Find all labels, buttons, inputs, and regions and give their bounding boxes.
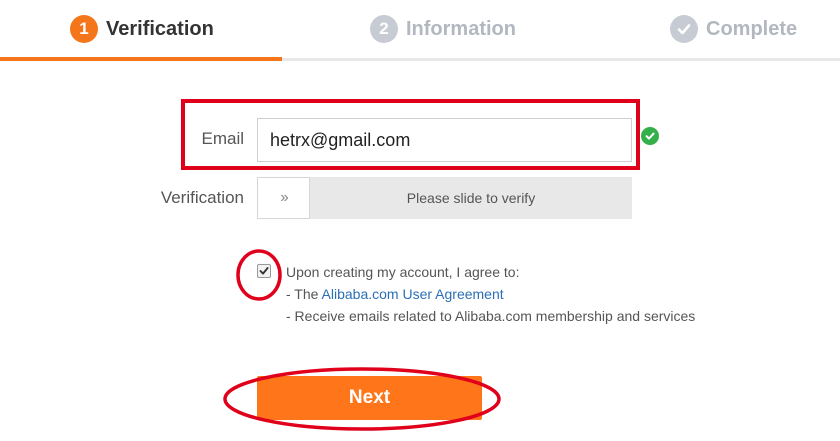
user-agreement-link[interactable]: Alibaba.com User Agreement — [322, 286, 504, 302]
checkmark-icon — [259, 267, 269, 275]
step-label: Information — [406, 17, 516, 40]
step-information: 2 Information — [370, 14, 516, 44]
step-number-badge: 1 — [70, 15, 98, 43]
double-chevron-right-icon: ›› — [280, 189, 289, 206]
agreement-line-emails: - Receive emails related to Alibaba.com … — [286, 308, 696, 324]
verification-label: Verification — [160, 188, 244, 207]
steps-progress-indicator — [0, 57, 282, 61]
agreement-line1-prefix: - The — [286, 286, 322, 302]
agreement-checkbox[interactable] — [257, 264, 271, 278]
slide-verify-handle[interactable]: ›› — [257, 177, 310, 219]
step-number-badge: 2 — [370, 15, 398, 43]
check-icon — [670, 15, 698, 43]
step-complete: Complete — [670, 14, 797, 44]
agreement-intro: Upon creating my account, I agree to: — [286, 264, 520, 280]
annotation-email-highlight — [181, 99, 640, 170]
progress-steps: 1 Verification 2 Information Complete — [0, 0, 840, 61]
step-verification: 1 Verification — [70, 14, 214, 44]
agreement-line-user-agreement: - The Alibaba.com User Agreement — [286, 283, 695, 305]
next-button[interactable]: Next — [257, 376, 482, 420]
slide-verify-text: Please slide to verify — [406, 190, 536, 206]
step-label: Complete — [706, 17, 798, 40]
agreement-text: Upon creating my account, I agree to: - … — [286, 261, 695, 327]
valid-check-icon — [641, 127, 659, 145]
annotation-overlay — [223, 249, 501, 431]
step-label: Verification — [106, 17, 214, 40]
